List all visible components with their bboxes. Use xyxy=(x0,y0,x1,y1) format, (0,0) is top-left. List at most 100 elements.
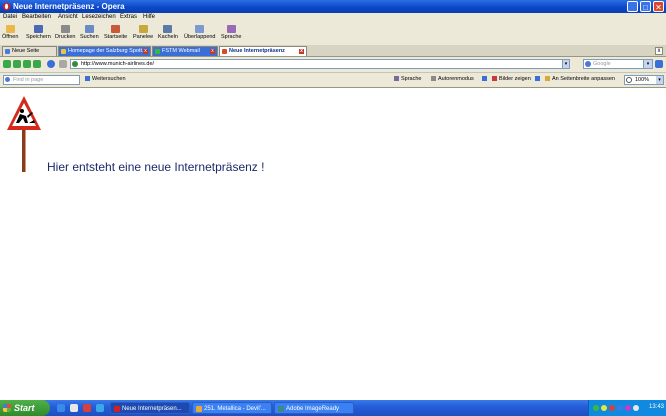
url-input[interactable]: http://www.munich-airlines.de/ xyxy=(70,59,570,69)
tile-button[interactable]: Kacheln xyxy=(158,24,178,40)
main-toolbar: Öffnen Speichern Drucken Suchen Startsei… xyxy=(0,23,666,46)
arrow-right-icon xyxy=(85,76,90,82)
construction-sign-icon xyxy=(7,96,41,172)
task-winamp[interactable]: 251. Metallica - Devil'... xyxy=(192,402,272,414)
save-button[interactable]: Speichern xyxy=(26,24,51,40)
minimize-button[interactable]: _ xyxy=(627,1,638,12)
task-opera[interactable]: Neue Internetpräsen... xyxy=(110,402,190,414)
menu-lesezeichen[interactable]: Lesezeichen xyxy=(82,14,116,20)
floppy-icon xyxy=(33,25,43,33)
cascade-icon xyxy=(195,25,205,33)
menu-hilfe[interactable]: Hilfe xyxy=(143,14,155,20)
find-next-button[interactable]: Weitersuchen xyxy=(85,76,126,82)
page-icon xyxy=(61,49,66,54)
author-icon xyxy=(431,76,436,82)
taskbar: Start Neue Internetpräsen... 251. Metall… xyxy=(0,400,666,416)
clock[interactable]: 13:43 xyxy=(649,404,664,410)
search-go-icon[interactable] xyxy=(655,60,663,68)
title-bar[interactable]: Neue Internetpräsenz - Opera _ □ ✕ xyxy=(0,0,666,13)
voice-icon xyxy=(226,25,236,33)
panels-icon xyxy=(138,25,148,33)
author-mode-toggle[interactable]: Autorenmodus xyxy=(431,76,474,82)
media-quicklaunch-icon[interactable] xyxy=(96,404,104,412)
site-globe-icon xyxy=(72,61,78,67)
image-icon xyxy=(492,76,497,82)
home-icon xyxy=(111,25,121,33)
tray-icon[interactable] xyxy=(633,405,639,411)
magnifier-icon xyxy=(626,77,632,83)
tab-salzburg[interactable]: Homepage der Salzburg Spott... x xyxy=(58,46,151,56)
folder-icon xyxy=(5,25,15,33)
ie-quicklaunch-icon[interactable] xyxy=(57,404,65,412)
start-button[interactable]: Start xyxy=(0,400,50,416)
close-tab-icon[interactable]: x xyxy=(143,49,148,54)
close-button[interactable]: ✕ xyxy=(653,1,664,12)
search-dropdown-icon[interactable]: ▾ xyxy=(643,59,653,69)
back-icon[interactable] xyxy=(3,60,11,68)
tray-icon[interactable] xyxy=(617,405,623,411)
menu-extras[interactable]: Extras xyxy=(120,14,137,20)
windows-logo-icon xyxy=(3,404,11,412)
open-button[interactable]: Öffnen xyxy=(2,24,18,40)
search-button[interactable]: Suchen xyxy=(80,24,99,40)
search-icon xyxy=(84,25,94,33)
desktop-quicklaunch-icon[interactable] xyxy=(70,404,78,412)
page-heading: Hier entsteht eine neue Internetpräsenz … xyxy=(47,160,265,174)
panels-button[interactable]: Panelee xyxy=(133,24,153,40)
close-tab-icon[interactable]: x xyxy=(210,49,215,54)
square-icon xyxy=(482,76,487,82)
print-button[interactable]: Drucken xyxy=(55,24,75,40)
menu-bearbeiten[interactable]: Bearbeiten xyxy=(22,14,51,20)
close-tab-icon[interactable]: x xyxy=(299,49,304,54)
images-option-icon[interactable] xyxy=(535,76,542,82)
voice-button[interactable]: Sprache xyxy=(221,24,242,40)
find-bar: Find in page Weitersuchen Sprache Autore… xyxy=(0,73,666,88)
tray-icon[interactable] xyxy=(609,405,615,411)
show-images-toggle[interactable]: Bilder zeigen xyxy=(492,76,531,82)
page-icon xyxy=(5,49,10,54)
printer-icon xyxy=(60,25,70,33)
zoom-dropdown-icon[interactable]: ▾ xyxy=(656,76,663,84)
reload-icon[interactable] xyxy=(47,60,55,68)
tab-fstm-webmail[interactable]: FSTM Webmail x xyxy=(152,46,218,56)
url-dropdown-icon[interactable]: ▾ xyxy=(562,59,570,69)
tab-neue-seite[interactable]: Neue Seite xyxy=(2,46,57,56)
task-imageready[interactable]: Adobe ImageReady xyxy=(274,402,354,414)
menu-ansicht[interactable]: Ansicht xyxy=(58,14,78,20)
tile-icon xyxy=(163,25,173,33)
rewind-icon[interactable] xyxy=(13,60,21,68)
fit-to-width-toggle[interactable]: An Seitenbreite anpassen xyxy=(545,76,615,82)
close-page-icon[interactable]: x xyxy=(655,47,663,55)
menu-datei[interactable]: Datei xyxy=(3,14,17,20)
voice-icon xyxy=(394,76,399,82)
fast-forward-icon[interactable] xyxy=(33,60,41,68)
cascade-button[interactable]: Überlappend xyxy=(184,24,216,40)
opera-icon xyxy=(114,406,120,412)
menu-bar: Datei Bearbeiten Ansicht Lesezeichen Ext… xyxy=(0,13,666,23)
page-content: Hier entsteht eine neue Internetpräsenz … xyxy=(0,88,666,399)
opera-icon xyxy=(2,2,11,11)
system-tray: 13:43 xyxy=(588,400,666,416)
window-title: Neue Internetpräsenz - Opera xyxy=(13,2,125,11)
maximize-button[interactable]: □ xyxy=(640,1,651,12)
forward-icon[interactable] xyxy=(23,60,31,68)
find-in-page-input[interactable]: Find in page xyxy=(3,75,80,85)
page-icon xyxy=(155,49,160,54)
author-mode-icon[interactable] xyxy=(482,76,489,82)
network-tray-icon[interactable] xyxy=(593,405,599,411)
edit-icon[interactable] xyxy=(59,60,67,68)
find-icon xyxy=(5,77,10,82)
home-button[interactable]: Startseite xyxy=(104,24,127,40)
square-icon xyxy=(535,76,540,82)
winamp-icon xyxy=(196,406,202,412)
page-icon xyxy=(222,49,227,54)
tab-bar: Neue Seite Homepage der Salzburg Spott..… xyxy=(0,45,666,57)
opera-quicklaunch-icon[interactable] xyxy=(83,404,91,412)
tray-icon[interactable] xyxy=(625,405,631,411)
volume-tray-icon[interactable] xyxy=(601,405,607,411)
tab-neue-internetpraesenz[interactable]: Neue Internetpräsenz x xyxy=(219,46,307,56)
voice-toggle[interactable]: Sprache xyxy=(394,76,422,82)
address-bar: http://www.munich-airlines.de/ ▾ Google … xyxy=(0,57,666,73)
fit-width-icon xyxy=(545,76,550,82)
google-icon xyxy=(585,61,591,67)
